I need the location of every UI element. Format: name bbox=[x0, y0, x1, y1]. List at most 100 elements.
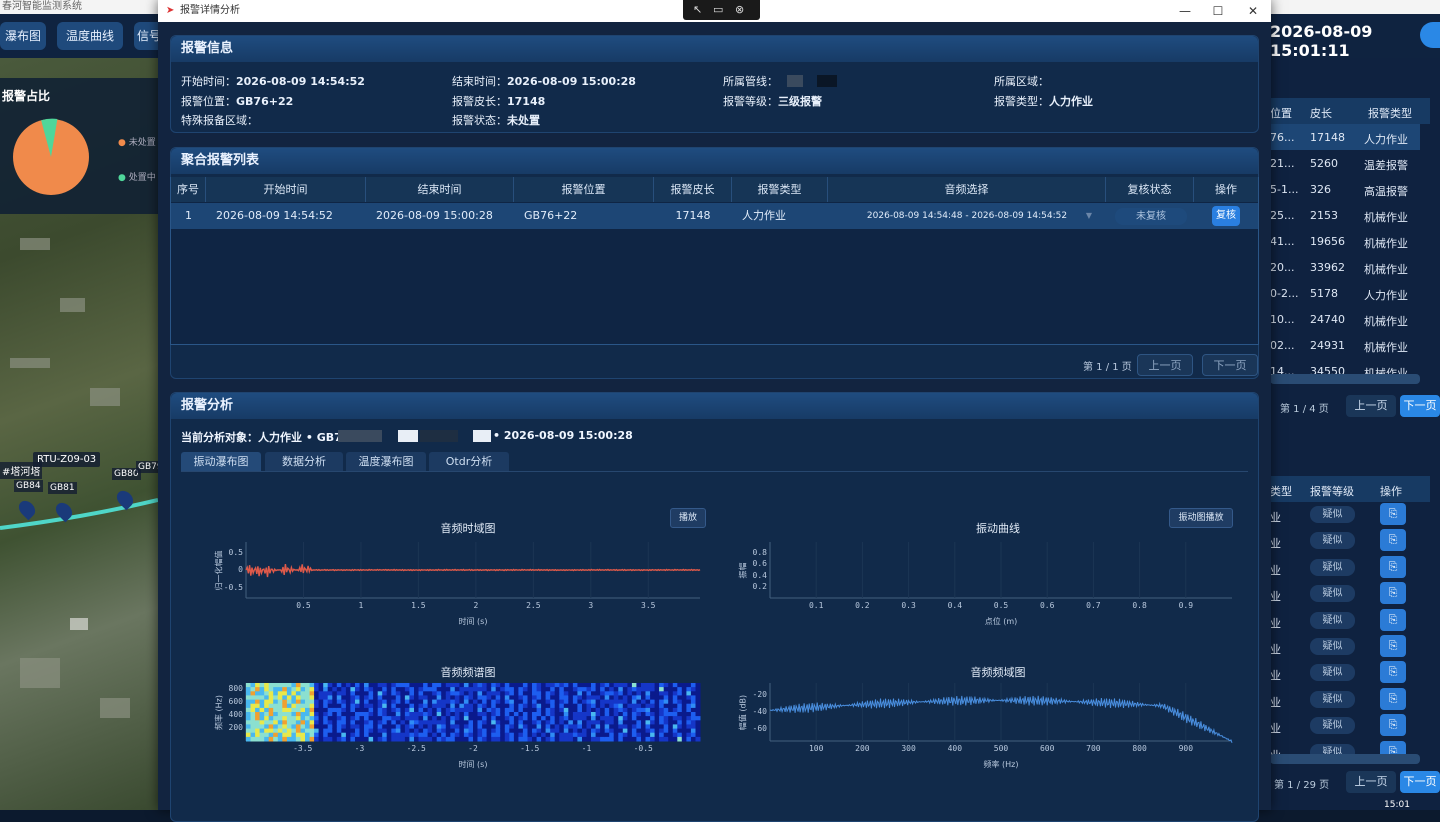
heatmap-cell bbox=[690, 683, 696, 688]
x-tick-label: 600 bbox=[1039, 744, 1055, 753]
tab-temperature[interactable]: 温度曲线 bbox=[57, 22, 123, 50]
heatmap-cell bbox=[554, 699, 560, 705]
heatmap-cell bbox=[522, 703, 528, 709]
heatmap-cell bbox=[650, 699, 656, 705]
heatmap-cell bbox=[582, 699, 587, 705]
table-row[interactable]: 业疑似⎘ bbox=[1270, 687, 1420, 713]
horizontal-scrollbar[interactable] bbox=[1270, 374, 1420, 384]
heatmap-cell bbox=[477, 699, 483, 705]
heatmap-cell bbox=[382, 703, 388, 709]
heatmap-cell bbox=[345, 724, 351, 729]
view-detail-icon[interactable]: ⎘ bbox=[1380, 503, 1406, 525]
heatmap-cell bbox=[659, 683, 665, 688]
heatmap-cell bbox=[695, 703, 701, 709]
user-avatar[interactable] bbox=[1420, 22, 1440, 48]
heatmap-cell bbox=[318, 703, 324, 709]
heatmap-cell bbox=[318, 724, 324, 729]
heatmap-cell bbox=[264, 712, 270, 717]
heatmap-cell bbox=[268, 712, 274, 717]
table-row[interactable]: 业疑似⎘ bbox=[1270, 660, 1420, 686]
view-detail-icon[interactable]: ⎘ bbox=[1380, 555, 1406, 578]
heatmap-cell bbox=[604, 699, 610, 705]
heatmap-cell bbox=[305, 736, 310, 742]
next-page-button[interactable]: 下一页 bbox=[1400, 771, 1440, 793]
table-row[interactable]: 5-1... 326 高温报警 bbox=[1270, 176, 1420, 202]
map-label[interactable]: GB81 bbox=[48, 482, 77, 494]
heatmap-cell bbox=[645, 732, 651, 738]
chart-play-button[interactable]: 播放 bbox=[670, 508, 706, 528]
tab-waterfall[interactable]: 瀑布图 bbox=[0, 22, 46, 50]
table-row[interactable]: 20... 33962 机械作业 bbox=[1270, 254, 1420, 280]
table-row[interactable]: 业疑似⎘ bbox=[1270, 634, 1420, 660]
heatmap-cell bbox=[622, 732, 628, 738]
view-detail-icon[interactable]: ⎘ bbox=[1380, 582, 1406, 605]
heatmap-cell bbox=[295, 691, 301, 696]
heatmap-cell bbox=[586, 707, 592, 713]
heatmap-cell bbox=[250, 691, 256, 696]
heatmap-cell bbox=[541, 687, 547, 692]
view-detail-icon[interactable]: ⎘ bbox=[1380, 635, 1406, 657]
chart-play-button[interactable]: 振动图播放 bbox=[1169, 508, 1233, 528]
next-page-button[interactable]: 下一页 bbox=[1400, 395, 1440, 417]
heatmap-cell bbox=[414, 728, 419, 734]
pie-legend-unhandled: 未处置 bbox=[128, 138, 156, 148]
table-row[interactable]: 76... 17148 人力作业 bbox=[1270, 124, 1420, 150]
heatmap-cell bbox=[459, 724, 465, 729]
heatmap-cell bbox=[473, 732, 478, 738]
heatmap-cell bbox=[327, 732, 333, 738]
map-label-rtu[interactable]: RTU-Z09-03 bbox=[33, 452, 101, 467]
heatmap-cell bbox=[423, 687, 429, 692]
heatmap-cell bbox=[677, 732, 683, 738]
heatmap-cell bbox=[550, 716, 556, 721]
heatmap-cell bbox=[368, 724, 374, 729]
table-row[interactable]: 业疑似⎘ bbox=[1270, 528, 1420, 554]
heatmap-cell bbox=[631, 736, 637, 742]
view-detail-icon[interactable]: ⎘ bbox=[1380, 714, 1406, 737]
heatmap-cell bbox=[690, 699, 696, 705]
heatmap-cell bbox=[418, 736, 424, 742]
heatmap-cell bbox=[345, 691, 351, 696]
prev-page-button[interactable]: 上一页 bbox=[1346, 395, 1396, 417]
heatmap-cell bbox=[259, 699, 265, 705]
table-row[interactable]: 业疑似⎘ bbox=[1270, 555, 1420, 581]
table-row[interactable]: 业疑似⎘ bbox=[1270, 608, 1420, 634]
heatmap-cell bbox=[641, 691, 646, 696]
heatmap-cell bbox=[513, 695, 519, 700]
view-detail-icon[interactable]: ⎘ bbox=[1380, 608, 1406, 631]
heatmap-cell bbox=[568, 703, 574, 709]
table-row[interactable]: 业疑似⎘ bbox=[1270, 581, 1420, 607]
table-row[interactable]: 10... 24740 机械作业 bbox=[1270, 306, 1420, 332]
heatmap-cell bbox=[563, 732, 569, 738]
table-row[interactable]: 41... 19656 机械作业 bbox=[1270, 228, 1420, 254]
heatmap-cell bbox=[463, 695, 469, 700]
heatmap-cell bbox=[395, 724, 401, 729]
heatmap-cell bbox=[532, 716, 537, 721]
table-row[interactable]: 25... 2153 机械作业 bbox=[1270, 202, 1420, 228]
map-label[interactable]: GB84 bbox=[14, 480, 43, 492]
heatmap-cell bbox=[423, 691, 429, 696]
heatmap-cell bbox=[427, 728, 433, 734]
prev-page-button[interactable]: 上一页 bbox=[1346, 771, 1396, 793]
view-detail-icon[interactable]: ⎘ bbox=[1380, 529, 1406, 552]
heatmap-cell bbox=[336, 728, 342, 734]
heatmap-cell bbox=[359, 683, 365, 688]
heatmap-cell bbox=[432, 687, 438, 692]
table-row[interactable]: 业疑似⎘ bbox=[1270, 502, 1420, 528]
heatmap-cell bbox=[559, 736, 565, 742]
heatmap-cell bbox=[695, 707, 701, 713]
view-detail-icon[interactable]: ⎘ bbox=[1380, 687, 1406, 710]
table-row[interactable]: 0-2... 5178 人力作业 bbox=[1270, 280, 1420, 306]
heatmap-cell bbox=[314, 683, 320, 688]
table-row[interactable]: 02... 24931 机械作业 bbox=[1270, 332, 1420, 358]
table-row[interactable]: 业疑似⎘ bbox=[1270, 713, 1420, 739]
heatmap-cell bbox=[550, 707, 556, 713]
heatmap-cell bbox=[359, 687, 365, 692]
heatmap-cell bbox=[677, 683, 683, 688]
heatmap-cell bbox=[314, 695, 320, 700]
table-row[interactable]: 21... 5260 温差报警 bbox=[1270, 150, 1420, 176]
horizontal-scrollbar[interactable] bbox=[1270, 754, 1420, 764]
heatmap-cell bbox=[559, 712, 565, 717]
heatmap-cell bbox=[504, 724, 510, 729]
view-detail-icon[interactable]: ⎘ bbox=[1380, 661, 1406, 684]
heatmap-cell bbox=[468, 703, 474, 709]
